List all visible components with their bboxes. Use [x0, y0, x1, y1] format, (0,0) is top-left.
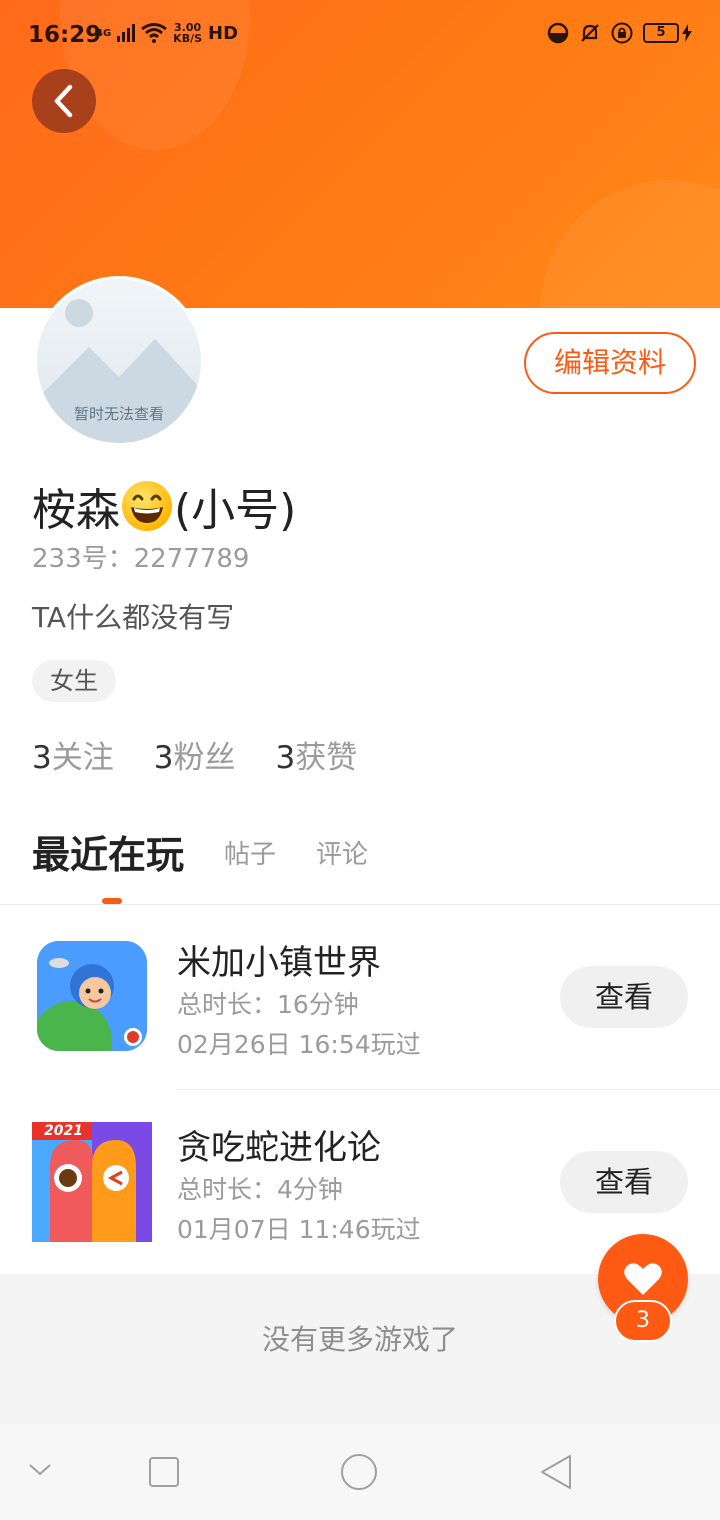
game-duration: 总时长：4分钟 — [177, 1175, 343, 1204]
tab-posts[interactable]: 帖子 — [224, 826, 276, 884]
status-network: 4G 3.00 KB/S HD — [96, 22, 238, 44]
battery-indicator: 5 — [643, 23, 692, 43]
lock-icon — [611, 22, 633, 44]
user-id: 233号：2277789 — [32, 544, 250, 574]
like-count-badge: 3 — [614, 1300, 672, 1342]
back-icon — [54, 84, 73, 118]
game-title: 贪吃蛇进化论 — [177, 1128, 381, 1168]
game-icon-miga-town — [37, 941, 147, 1051]
avatar-caption: 暂时无法查看 — [73, 405, 164, 423]
heart-icon — [624, 1263, 662, 1295]
nav-back-icon[interactable] — [538, 1453, 574, 1491]
charging-icon — [682, 24, 692, 42]
signal-icon — [117, 24, 136, 42]
status-right: 5 — [547, 22, 692, 44]
back-button[interactable] — [32, 69, 96, 133]
game-duration: 总时长：16分钟 — [177, 990, 359, 1019]
data-saver-icon — [547, 22, 569, 44]
grinning-face-emoji-icon — [122, 481, 172, 531]
status-time: 16:29 — [28, 22, 102, 48]
view-game-button[interactable]: 查看 — [560, 966, 688, 1028]
profile-stats: 3关注 3粉丝 3获赞 — [32, 732, 357, 777]
profile-tabs: 最近在玩 帖子 评论 — [32, 826, 408, 906]
bell-off-icon — [581, 24, 599, 42]
game-year-badge: 2021 — [44, 1123, 83, 1139]
gender-tag: 女生 — [32, 660, 116, 702]
stat-followers[interactable]: 3粉丝 — [154, 732, 236, 777]
hd-indicator: HD — [208, 22, 239, 44]
game-title: 米加小镇世界 — [177, 943, 381, 983]
network-type: 4G — [96, 27, 112, 39]
avatar-placeholder: 暂时无法查看 — [37, 279, 201, 443]
username-suffix: (小号) — [174, 485, 297, 536]
speed-unit: KB/S — [173, 32, 203, 45]
nav-home-icon[interactable] — [340, 1453, 378, 1491]
username-text: 桉森 — [32, 485, 120, 536]
game-list-item[interactable]: 米加小镇世界 总时长：16分钟 02月26日 16:54玩过 查看 — [0, 905, 720, 1085]
network-speed: 3.00 KB/S — [173, 22, 202, 44]
stat-following[interactable]: 3关注 — [32, 732, 114, 777]
stat-likes[interactable]: 3获赞 — [275, 732, 357, 777]
tab-comments[interactable]: 评论 — [316, 826, 368, 884]
game-icon-snake-evolution: 2021 — [32, 1122, 152, 1242]
wifi-icon — [141, 23, 168, 43]
user-bio: TA什么都没有写 — [32, 601, 235, 634]
game-list-item[interactable]: 2021 贪吃蛇进化论 总时长：4分钟 01月07日 11:46玩过 查看 — [0, 1090, 720, 1270]
tab-recently-played[interactable]: 最近在玩 — [32, 826, 184, 884]
system-nav-bar — [0, 1424, 720, 1520]
nav-recent-icon[interactable] — [148, 1456, 180, 1488]
game-last-played: 02月26日 16:54玩过 — [177, 1030, 421, 1059]
avatar[interactable]: 暂时无法查看 — [34, 276, 204, 446]
status-bar: 16:29 4G 3.00 KB/S HD 5 — [0, 0, 720, 74]
battery-level: 5 — [643, 23, 679, 43]
username: 桉森 (小号) — [32, 474, 296, 538]
view-game-button[interactable]: 查看 — [560, 1151, 688, 1213]
nav-down-icon[interactable] — [28, 1462, 52, 1478]
edit-profile-button[interactable]: 编辑资料 — [524, 332, 696, 394]
game-last-played: 01月07日 11:46玩过 — [177, 1215, 421, 1244]
